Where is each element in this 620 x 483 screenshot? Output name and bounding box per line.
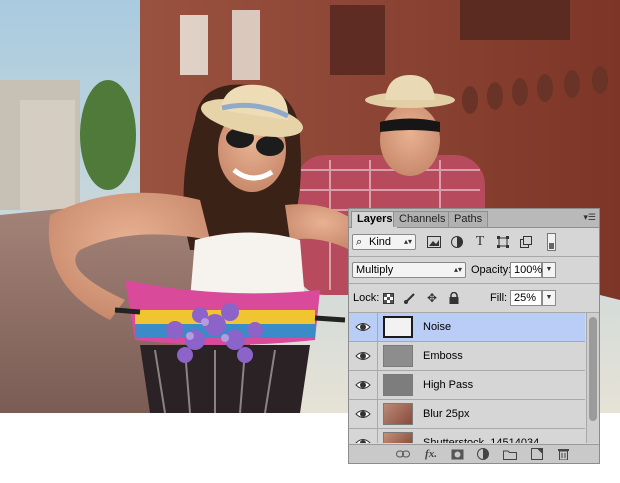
filter-toggle-knob: [549, 243, 554, 249]
layer-row-high-pass[interactable]: High Pass: [349, 371, 585, 400]
eye-icon: [355, 439, 371, 443]
layers-panel: Layers Channels Paths ▾☰ ⌕ Kind ▴▾ T Mul…: [348, 208, 600, 464]
opacity-dropdown-button[interactable]: ▼: [542, 262, 556, 278]
opacity-label: Opacity:: [471, 264, 512, 276]
trash-icon[interactable]: [555, 447, 571, 461]
eye-icon: [355, 323, 371, 331]
layer-thumbnail: [383, 316, 413, 338]
lock-row: Lock: ✥ Fill: 25% ▼: [349, 284, 599, 312]
shape-layer-filter-icon[interactable]: [495, 234, 511, 250]
filter-kind-dropdown[interactable]: ⌕ Kind ▴▾: [352, 234, 416, 250]
panel-footer: fx.: [349, 444, 599, 463]
layer-name: Shutterstock_14514034: [423, 437, 540, 443]
layer-name: Noise: [423, 321, 452, 333]
fill-input[interactable]: 25%: [510, 290, 542, 306]
link-icon[interactable]: [395, 447, 411, 461]
lock-image-pixels-icon[interactable]: [402, 290, 418, 306]
layer-name: High Pass: [423, 379, 474, 391]
layer-thumbnail: [383, 432, 413, 443]
fill-dropdown-button[interactable]: ▼: [542, 290, 556, 306]
layer-row-shutterstock[interactable]: Shutterstock_14514034: [349, 429, 585, 443]
layer-thumbnail: [383, 374, 413, 396]
visibility-toggle[interactable]: [349, 371, 378, 400]
layer-name: Blur 25px: [423, 408, 470, 420]
eye-icon: [355, 381, 371, 389]
blend-mode-dropdown[interactable]: Multiply ▴▾: [352, 262, 466, 278]
filter-row: ⌕ Kind ▴▾ T: [349, 228, 599, 256]
tab-layers[interactable]: Layers: [351, 211, 399, 228]
visibility-toggle[interactable]: [349, 400, 378, 429]
blend-mode-value: Multiply: [356, 264, 394, 276]
fill-label: Fill:: [490, 292, 508, 304]
layer-row-noise[interactable]: Noise: [349, 313, 585, 342]
layer-row-blur[interactable]: Blur 25px: [349, 400, 585, 429]
mask-icon[interactable]: [449, 447, 465, 461]
lock-position-icon[interactable]: ✥: [424, 290, 440, 306]
layer-thumbnail: [383, 403, 413, 425]
layer-thumbnail: [383, 345, 413, 367]
new-layer-icon[interactable]: [529, 447, 545, 461]
tab-paths[interactable]: Paths: [448, 211, 489, 227]
search-icon: ⌕: [356, 236, 363, 248]
eye-icon: [355, 410, 371, 418]
filter-toggle-switch[interactable]: [547, 233, 556, 251]
visibility-toggle[interactable]: [349, 313, 378, 342]
chevron-updown-icon: ▴▾: [403, 237, 412, 246]
visibility-toggle[interactable]: [349, 429, 378, 443]
adjustment-icon[interactable]: [475, 447, 491, 461]
layer-list-scrollbar[interactable]: [586, 313, 599, 443]
adjustment-layer-filter-icon[interactable]: [449, 234, 465, 250]
lock-transparent-pixels-icon[interactable]: [380, 290, 396, 306]
layer-row-emboss[interactable]: Emboss: [349, 342, 585, 371]
layer-list: Noise Emboss High Pass Blur 25px Shutter…: [349, 313, 585, 443]
filter-kind-label: Kind: [369, 236, 392, 248]
chevron-updown-icon: ▴▾: [453, 265, 462, 274]
visibility-toggle[interactable]: [349, 342, 378, 371]
layer-name: Emboss: [423, 350, 463, 362]
pixel-layer-filter-icon[interactable]: [426, 234, 442, 250]
type-layer-filter-icon[interactable]: T: [472, 234, 488, 250]
opacity-input[interactable]: 100%: [510, 262, 542, 278]
panel-tab-bar: Layers Channels Paths ▾☰: [349, 209, 599, 228]
lock-all-icon[interactable]: [446, 290, 462, 306]
lock-label: Lock:: [353, 292, 380, 304]
smart-object-filter-icon[interactable]: [518, 234, 534, 250]
scrollbar-thumb[interactable]: [589, 317, 597, 421]
panel-menu-icon[interactable]: ▾☰: [583, 212, 596, 223]
folder-icon[interactable]: [502, 447, 518, 461]
fx-icon[interactable]: fx.: [423, 447, 439, 461]
blend-row: Multiply ▴▾ Opacity: 100% ▼: [349, 257, 599, 283]
eye-icon: [355, 352, 371, 360]
tab-channels[interactable]: Channels: [393, 211, 452, 227]
